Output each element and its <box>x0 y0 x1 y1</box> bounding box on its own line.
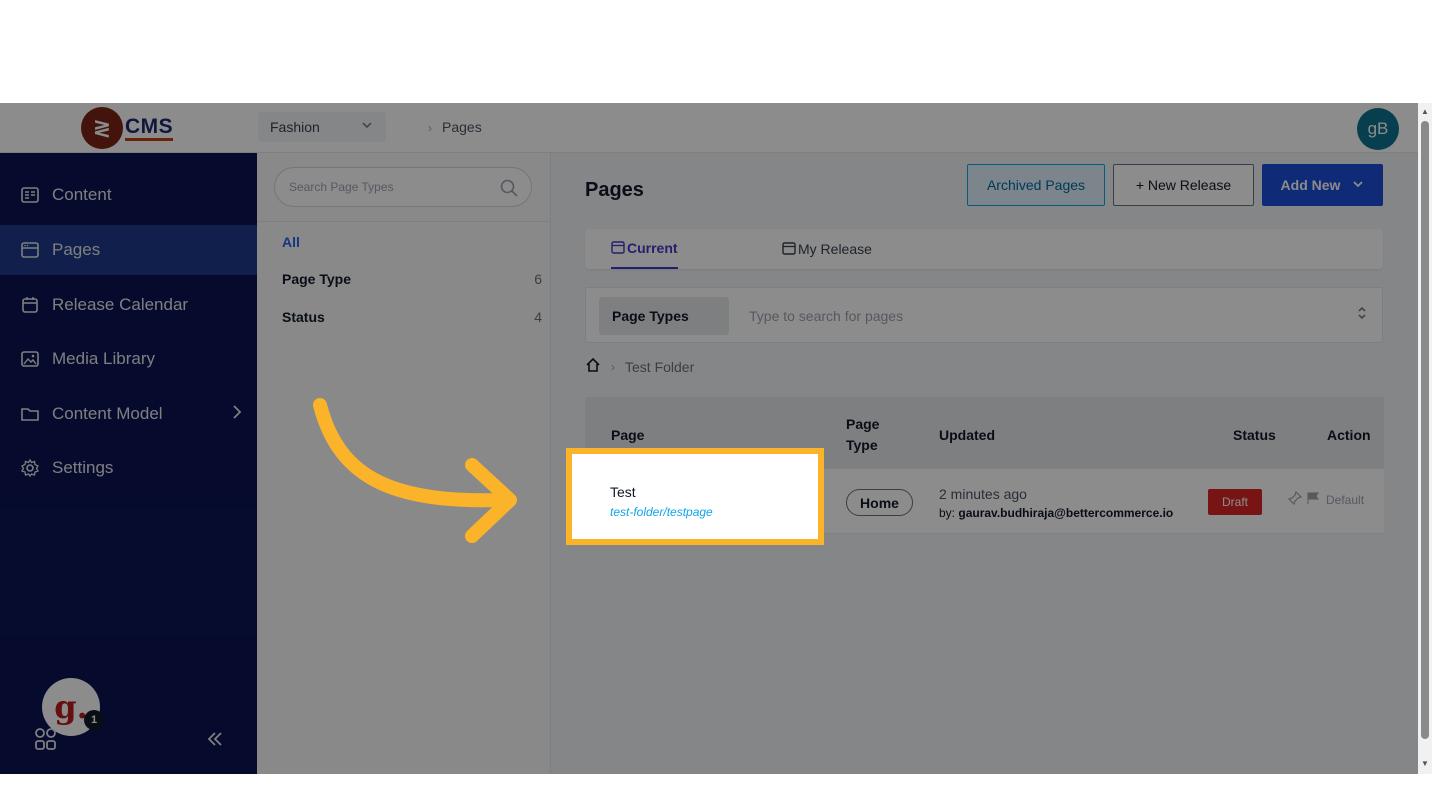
scroll-down-icon[interactable]: ▼ <box>1421 759 1429 768</box>
scroll-up-icon[interactable]: ▲ <box>1421 107 1429 116</box>
scroll-thumb[interactable] <box>1421 121 1429 739</box>
page-scrollbar[interactable]: ▲ ▼ <box>1418 103 1432 774</box>
annotation-arrow-icon <box>313 398 517 543</box>
app-frame: ≷ CMS Fashion › Pages gB Content Pages R… <box>0 103 1432 774</box>
